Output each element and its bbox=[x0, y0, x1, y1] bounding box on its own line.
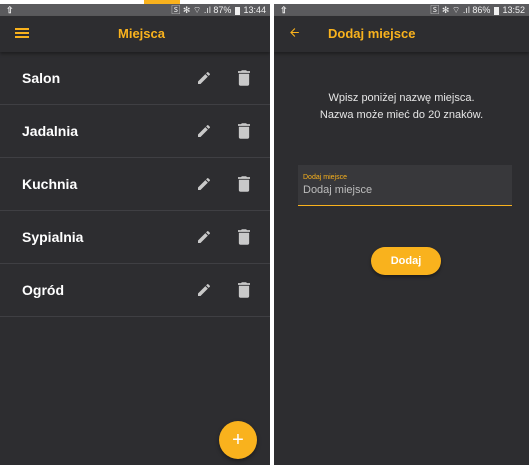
status-bar: ⇧ 🅂 ✻ ⌔ .ıl 87% 13:44 bbox=[0, 4, 270, 16]
place-label: Kuchnia bbox=[22, 176, 78, 192]
places-list: Salon Jadalnia Kuchnia Sypialnia Ogród bbox=[0, 52, 270, 317]
battery-icon bbox=[493, 6, 499, 15]
upload-icon: ⇧ bbox=[280, 5, 288, 15]
instructions: Wpisz poniżej nazwę miejsca. Nazwa może … bbox=[274, 90, 529, 124]
app-bar: Miejsca bbox=[0, 16, 270, 52]
battery-percent: 87% bbox=[213, 5, 232, 15]
delete-icon[interactable] bbox=[238, 229, 250, 245]
status-icons: 🅂 ✻ ⌔ .ıl bbox=[430, 5, 470, 15]
list-item[interactable]: Sypialnia bbox=[0, 211, 270, 264]
status-indicators: 🅂 ✻ ⌔ .ıl 86% 13:52 bbox=[430, 4, 525, 16]
edit-icon[interactable] bbox=[196, 123, 212, 139]
instructions-line-2: Nazwa może mieć do 20 znaków. bbox=[319, 109, 484, 121]
list-item[interactable]: Ogród bbox=[0, 264, 270, 317]
place-name-field[interactable]: Dodaj miejsce bbox=[298, 165, 512, 206]
list-item[interactable]: Jadalnia bbox=[0, 105, 270, 158]
edit-icon[interactable] bbox=[196, 282, 212, 298]
status-time: 13:52 bbox=[502, 5, 525, 15]
edit-icon[interactable] bbox=[196, 176, 212, 192]
status-icons: 🅂 ✻ ⌔ .ıl bbox=[171, 5, 211, 15]
add-icon: + bbox=[232, 429, 244, 451]
page-title: Dodaj miejsce bbox=[328, 26, 416, 41]
delete-icon[interactable] bbox=[238, 70, 250, 86]
battery-icon bbox=[234, 6, 240, 15]
instructions-line-1: Wpisz poniżej nazwę miejsca. bbox=[328, 92, 475, 104]
add-place-button[interactable]: + bbox=[219, 421, 257, 459]
delete-icon[interactable] bbox=[238, 282, 250, 298]
place-name-input[interactable] bbox=[303, 184, 503, 196]
edit-icon[interactable] bbox=[196, 229, 212, 245]
places-list-screen: ⇧ 🅂 ✻ ⌔ .ıl 87% 13:44 Miejsca Salon Jada… bbox=[0, 0, 270, 465]
place-label: Salon bbox=[22, 70, 61, 86]
upload-icon: ⇧ bbox=[6, 5, 14, 15]
place-label: Ogród bbox=[22, 282, 64, 298]
place-label: Sypialnia bbox=[22, 229, 84, 245]
delete-icon[interactable] bbox=[238, 176, 250, 192]
field-label: Dodaj miejsce bbox=[303, 174, 347, 181]
edit-icon[interactable] bbox=[196, 70, 212, 86]
list-item[interactable]: Salon bbox=[0, 52, 270, 105]
place-label: Jadalnia bbox=[22, 123, 79, 139]
list-item[interactable]: Kuchnia bbox=[0, 158, 270, 211]
status-indicators: 🅂 ✻ ⌔ .ıl 87% 13:44 bbox=[171, 4, 266, 16]
app-bar: Dodaj miejsce bbox=[274, 16, 529, 52]
add-place-screen: ⇧ 🅂 ✻ ⌔ .ıl 86% 13:52 Dodaj miejsce Wpis… bbox=[274, 0, 529, 465]
battery-percent: 86% bbox=[472, 5, 491, 15]
add-button[interactable]: Dodaj bbox=[371, 247, 441, 275]
delete-icon[interactable] bbox=[238, 123, 250, 139]
menu-icon[interactable] bbox=[15, 28, 29, 38]
page-title: Miejsca bbox=[118, 26, 165, 41]
status-bar: ⇧ 🅂 ✻ ⌔ .ıl 86% 13:52 bbox=[274, 4, 529, 16]
back-arrow-icon[interactable] bbox=[288, 26, 301, 39]
status-time: 13:44 bbox=[243, 5, 266, 15]
